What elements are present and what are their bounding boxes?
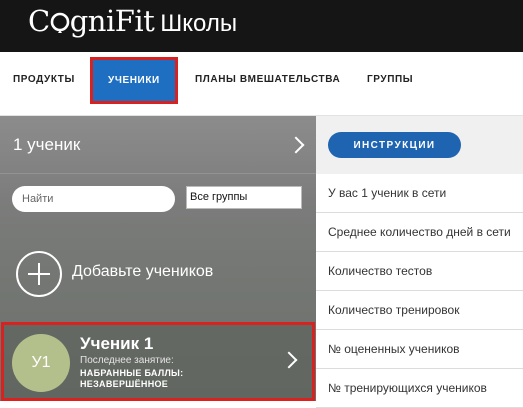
top-bar: CgniFit Школы [0, 0, 523, 52]
stats-panel: ИНСТРУКЦИИ У вас 1 ученик в сети Среднее… [316, 116, 523, 408]
score-status: НАБРАННЫЕ БАЛЛЫ: НЕЗАВЕРШЁННОЕ [80, 368, 184, 389]
student-count: 1 ученик [13, 135, 81, 154]
stat-online-students: У вас 1 ученик в сети [316, 174, 523, 213]
logo-wordmark: CgniFit [28, 4, 155, 38]
nav-item-intervention-plans[interactable]: ПЛАНЫ ВМЕШАТЕЛЬСТВА [195, 74, 340, 85]
plus-circle-icon [16, 251, 62, 297]
search-input[interactable] [12, 186, 175, 212]
stat-average-days: Среднее количество дней в сети [316, 213, 523, 252]
group-filter-select[interactable]: Все группы [186, 186, 302, 209]
nav-item-students[interactable]: УЧЕНИКИ [90, 57, 178, 104]
student-count-row[interactable]: 1 ученик [0, 116, 316, 174]
add-students-button[interactable]: Добавьте учеников [0, 244, 316, 312]
students-panel: 1 ученик Все группы Добавьте учеников У1… [0, 116, 316, 401]
avatar: У1 [12, 334, 70, 392]
nav-item-products[interactable]: ПРОДУКТЫ [13, 74, 75, 85]
chevron-right-icon[interactable] [287, 136, 305, 154]
chevron-right-icon[interactable] [280, 351, 298, 369]
cognifit-logo[interactable]: CgniFit Школы [28, 4, 237, 44]
add-students-label: Добавьте учеников [72, 263, 214, 280]
nav-item-groups[interactable]: ГРУППЫ [367, 74, 413, 85]
last-session-label: Последнее занятие: [80, 355, 174, 366]
student-card[interactable]: У1 Ученик 1 Последнее занятие: НАБРАННЫЕ… [1, 322, 315, 401]
student-name: Ученик 1 [80, 334, 154, 353]
main-nav: ПРОДУКТЫ УЧЕНИКИ ПЛАНЫ ВМЕШАТЕЛЬСТВА ГРУ… [0, 52, 523, 116]
instructions-bar: ИНСТРУКЦИИ [316, 116, 523, 174]
brand-suffix: Школы [160, 10, 238, 37]
instructions-button[interactable]: ИНСТРУКЦИИ [328, 132, 461, 158]
stat-tests-count: Количество тестов [316, 252, 523, 291]
stat-training-students: № тренирующихся учеников [316, 369, 523, 408]
logo-head-icon [50, 4, 70, 38]
stat-assessed-students: № оцененных учеников [316, 330, 523, 369]
stat-trainings-count: Количество тренировок [316, 291, 523, 330]
